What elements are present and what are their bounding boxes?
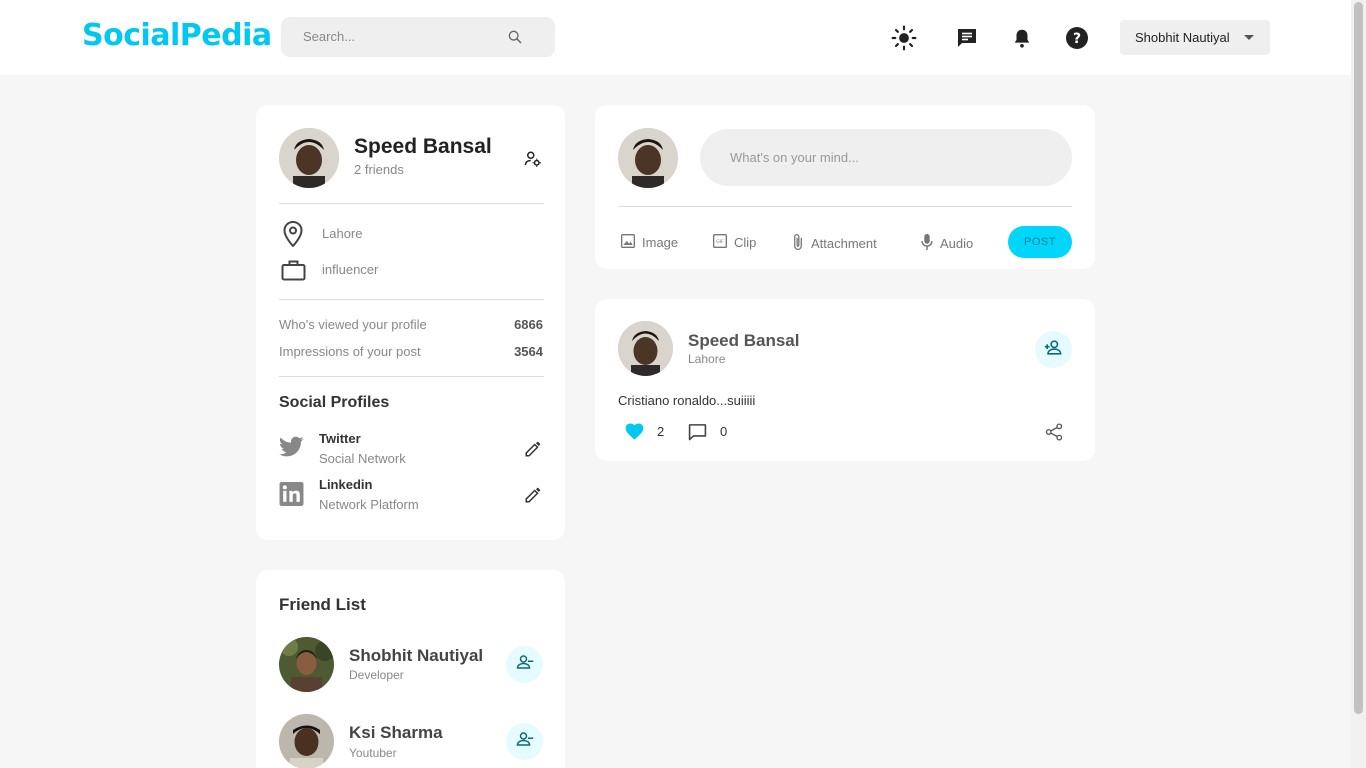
divider [618,206,1072,207]
messages-icon[interactable] [954,25,980,51]
add-clip-button[interactable]: GIF Clip [712,233,756,252]
compose-card: Image GIF Clip Attachment Audio POST [595,105,1095,269]
social-twitter-name[interactable]: Twitter [319,431,361,446]
social-profiles-title: Social Profiles [279,394,390,411]
attachment-icon [791,233,805,254]
edit-twitter-pencil-icon[interactable] [524,440,542,463]
friend-occupation: Youtuber [349,746,397,760]
person-remove-icon [516,653,534,676]
comment-icon[interactable] [688,423,707,446]
person-remove-icon [516,730,534,753]
add-clip-label: Clip [734,235,757,250]
twitter-icon [279,436,304,463]
friend-list-title: Friend List [279,595,366,614]
mic-icon [920,233,934,254]
search-bar [281,17,555,57]
friend-avatar[interactable] [279,714,334,768]
add-friend-button[interactable] [1035,331,1072,368]
linkedin-icon [279,481,304,512]
remove-friend-button[interactable] [506,646,543,683]
help-icon[interactable]: ? [1064,25,1090,51]
user-dropdown[interactable]: Shobhit Nautiyal [1120,20,1270,55]
page-scrollbar[interactable] [1351,0,1366,768]
stat-label-profile-views: Who's viewed your profile [279,317,427,332]
comment-count: 0 [720,424,728,439]
remove-friend-button[interactable] [506,723,543,760]
friend-list-card: Friend List Shobhit Nautiyal Developer K… [256,570,565,768]
add-image-label: Image [642,235,679,250]
post-author-location: Lahore [688,352,726,366]
manage-account-icon[interactable] [524,150,542,173]
image-icon [620,233,636,252]
svg-text:?: ? [1073,31,1081,47]
gif-icon: GIF [712,233,728,252]
scrollbar-thumb[interactable] [1354,2,1363,714]
add-audio-button[interactable]: Audio [920,233,973,254]
profile-friends-count: 2 friends [354,162,404,177]
like-count: 2 [657,424,665,439]
location-pin-icon [283,220,303,252]
profile-location: Lahore [322,226,363,241]
like-heart-icon[interactable] [625,423,644,445]
friend-name[interactable]: Ksi Sharma [349,723,443,743]
social-linkedin-sub: Network Platform [319,497,419,512]
person-add-icon [1044,338,1063,362]
stat-label-impressions: Impressions of your post [279,344,421,359]
search-icon[interactable] [507,29,523,50]
divider [279,203,544,204]
add-attachment-button[interactable]: Attachment [791,233,877,254]
profile-name[interactable]: Speed Bansal [354,135,492,159]
friend-name[interactable]: Shobhit Nautiyal [349,646,483,666]
post-card: Speed Bansal Lahore Cristiano ronaldo...… [595,299,1095,461]
profile-occupation: influencer [322,262,379,277]
post-button[interactable]: POST [1008,226,1072,258]
share-icon[interactable] [1045,423,1063,446]
friend-occupation: Developer [349,668,404,682]
svg-text:GIF: GIF [716,239,724,245]
divider [279,376,544,377]
add-image-button[interactable]: Image [620,233,678,252]
search-input[interactable] [303,29,503,44]
compose-avatar [618,128,678,188]
add-audio-label: Audio [940,236,974,251]
profile-card: Speed Bansal 2 friends Lahore influencer… [256,105,565,540]
compose-input[interactable] [700,129,1072,186]
post-text: Cristiano ronaldo...suiiiii [618,393,756,408]
friend-avatar[interactable] [279,637,334,692]
social-linkedin-name[interactable]: Linkedin [319,477,372,492]
stat-value-impressions: 3564 [514,344,543,359]
add-attachment-label: Attachment [811,236,877,251]
divider [279,299,544,300]
chevron-down-icon [1244,35,1254,40]
theme-toggle-sun-icon[interactable] [891,25,917,51]
post-author-name[interactable]: Speed Bansal [688,331,800,351]
profile-avatar[interactable] [279,128,339,188]
edit-linkedin-pencil-icon[interactable] [524,486,542,509]
navbar: SocialPedia ? Shobhit Nautiyal [0,0,1351,75]
notifications-bell-icon[interactable] [1009,25,1035,51]
user-dropdown-label: Shobhit Nautiyal [1135,30,1230,45]
stat-value-profile-views: 6866 [514,317,543,332]
app-logo[interactable]: SocialPedia [82,18,272,53]
social-twitter-sub: Social Network [319,451,406,466]
post-author-avatar[interactable] [618,321,673,376]
briefcase-icon [281,259,306,286]
